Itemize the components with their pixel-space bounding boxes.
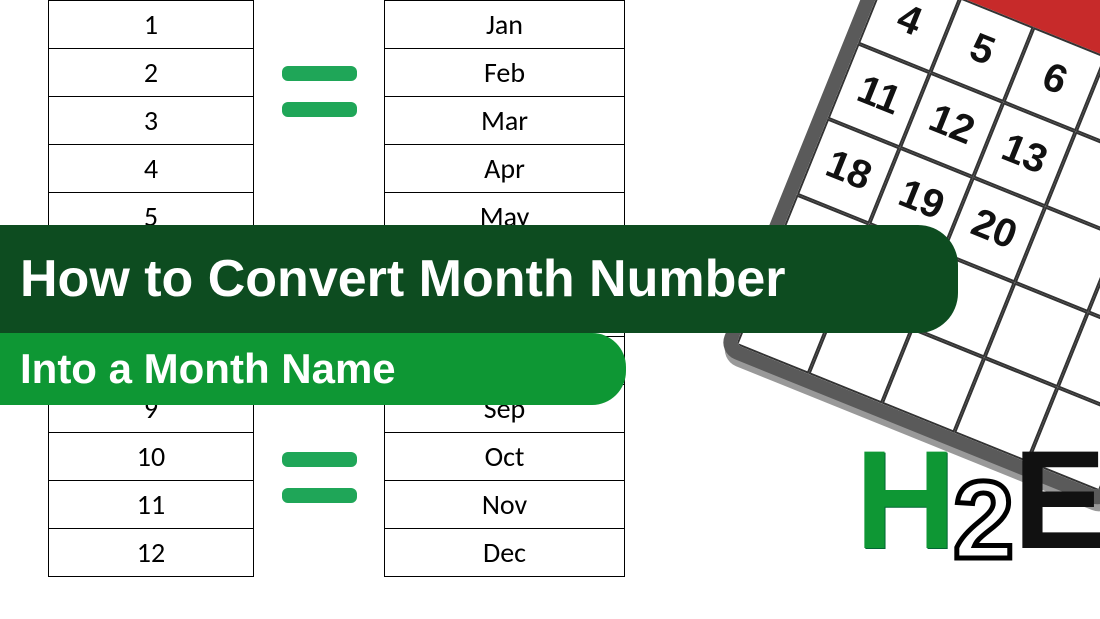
- name-cell: Dec: [385, 529, 625, 577]
- name-cell: Feb: [385, 49, 625, 97]
- num-cell: 10: [49, 433, 254, 481]
- num-cell: 11: [49, 481, 254, 529]
- name-cell: Oct: [385, 433, 625, 481]
- title-text-secondary: Into a Month Name: [20, 345, 396, 393]
- equals-icon: [282, 488, 357, 503]
- num-cell: 1: [49, 1, 254, 49]
- name-cell: Jan: [385, 1, 625, 49]
- num-cell: 3: [49, 97, 254, 145]
- num-cell: 4: [49, 145, 254, 193]
- logo-letter-e: E: [1013, 419, 1100, 581]
- num-cell: 2: [49, 49, 254, 97]
- equals-icon: [282, 452, 357, 467]
- logo-letter-h: H: [855, 419, 956, 581]
- equals-icon: [282, 102, 357, 117]
- name-cell: Apr: [385, 145, 625, 193]
- title-text-primary: How to Convert Month Number: [20, 249, 786, 309]
- h2e-logo: H 2 E: [855, 443, 1095, 613]
- title-banner-secondary: Into a Month Name: [0, 333, 626, 405]
- num-cell: 12: [49, 529, 254, 577]
- equals-icon: [282, 66, 357, 81]
- name-cell: Mar: [385, 97, 625, 145]
- name-cell: Nov: [385, 481, 625, 529]
- logo-number-2: 2: [953, 457, 1014, 584]
- title-banner-primary: How to Convert Month Number: [0, 225, 958, 333]
